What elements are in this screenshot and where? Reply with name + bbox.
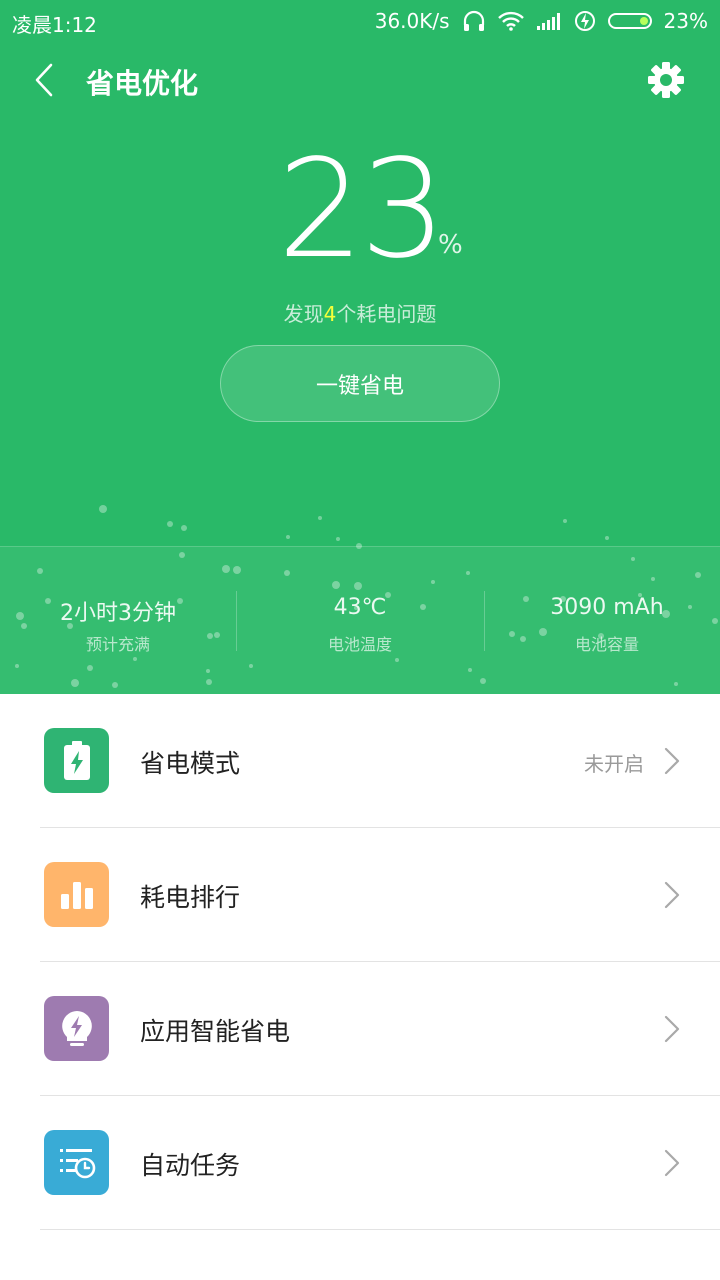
battery-percent-value: 23 xyxy=(277,131,446,289)
one-tap-save-button[interactable]: 一键省电 xyxy=(220,345,500,422)
battery-fill xyxy=(639,17,648,25)
stat-value: 2小时3分钟 xyxy=(60,601,176,626)
item-status: 未开启 xyxy=(584,752,644,776)
status-net-speed: 36.0K/s xyxy=(374,9,450,33)
battery-percent-display: 23 % xyxy=(0,140,720,280)
item-label: 自动任务 xyxy=(140,1151,241,1180)
icon-tile xyxy=(44,996,109,1061)
chevron-right-icon xyxy=(664,881,680,909)
headphones-icon xyxy=(463,10,484,31)
stat-value: 43℃ xyxy=(333,595,387,620)
icon-tile xyxy=(44,1130,109,1195)
issue-count: 4 xyxy=(323,302,337,326)
stat-label: 电池容量 xyxy=(574,635,639,654)
stat-divider xyxy=(484,591,485,651)
app-bar: 省电优化 xyxy=(0,42,720,120)
chevron-right-icon xyxy=(664,1015,680,1043)
back-arrow-icon xyxy=(35,63,53,97)
stat-value: 3090 mAh xyxy=(550,595,664,620)
item-label: 耗电排行 xyxy=(140,883,241,912)
issue-suffix: 个耗电问题 xyxy=(336,302,437,326)
wifi-icon xyxy=(497,11,524,31)
list-item-power-ranking[interactable]: 耗电排行 xyxy=(0,828,720,962)
stat-charge-time: 2小时3分钟 预计充满 xyxy=(0,547,236,694)
chevron-right-icon xyxy=(664,1149,680,1177)
stat-label: 预计充满 xyxy=(85,635,150,654)
battery-icon xyxy=(607,13,652,29)
battery-bolt-icon xyxy=(63,740,90,780)
item-label: 省电模式 xyxy=(140,749,241,778)
back-button[interactable] xyxy=(22,58,66,102)
stat-label: 电池温度 xyxy=(327,635,392,654)
task-clock-icon xyxy=(59,1148,95,1178)
stat-temperature: 43℃ 电池温度 xyxy=(242,547,478,694)
signal-icon xyxy=(536,13,560,30)
list-item-app-smart-saving[interactable]: 应用智能省电 xyxy=(0,962,720,1096)
icon-tile xyxy=(44,862,109,927)
bulb-bolt-icon xyxy=(61,1010,92,1046)
options-list: 省电模式 未开启 耗电排行 应用智能省电 自动任务 xyxy=(0,694,720,1230)
item-label: 应用智能省电 xyxy=(140,1017,291,1046)
battery-percent: 23% xyxy=(663,9,708,33)
status-icons: 36.0K/s 23% xyxy=(375,7,708,35)
issue-prefix: 发现 xyxy=(283,302,324,326)
percent-sign: % xyxy=(438,230,463,260)
issue-summary: 发现4个耗电问题 xyxy=(0,298,720,327)
stat-capacity: 3090 mAh 电池容量 xyxy=(489,547,720,694)
icon-tile xyxy=(44,728,109,793)
stat-divider xyxy=(236,591,237,651)
divider xyxy=(40,1229,720,1230)
page-title: 省电优化 xyxy=(86,67,199,100)
battery-stats: 2小时3分钟 预计充满 43℃ 电池温度 3090 mAh 电池容量 xyxy=(0,546,720,694)
status-time: 凌晨1:12 xyxy=(12,13,97,37)
list-item-auto-tasks[interactable]: 自动任务 xyxy=(0,1096,720,1230)
gear-icon[interactable] xyxy=(646,60,686,100)
list-item-power-saving-mode[interactable]: 省电模式 未开启 xyxy=(0,694,720,828)
bar-chart-icon xyxy=(60,881,93,909)
charging-icon xyxy=(574,11,595,31)
battery-hero: 凌晨1:12 36.0K/s 23% 省电优化 23 % 发现4个耗电问题 一键… xyxy=(0,0,720,694)
chevron-right-icon xyxy=(664,747,680,775)
status-bar: 凌晨1:12 36.0K/s 23% xyxy=(0,0,720,42)
